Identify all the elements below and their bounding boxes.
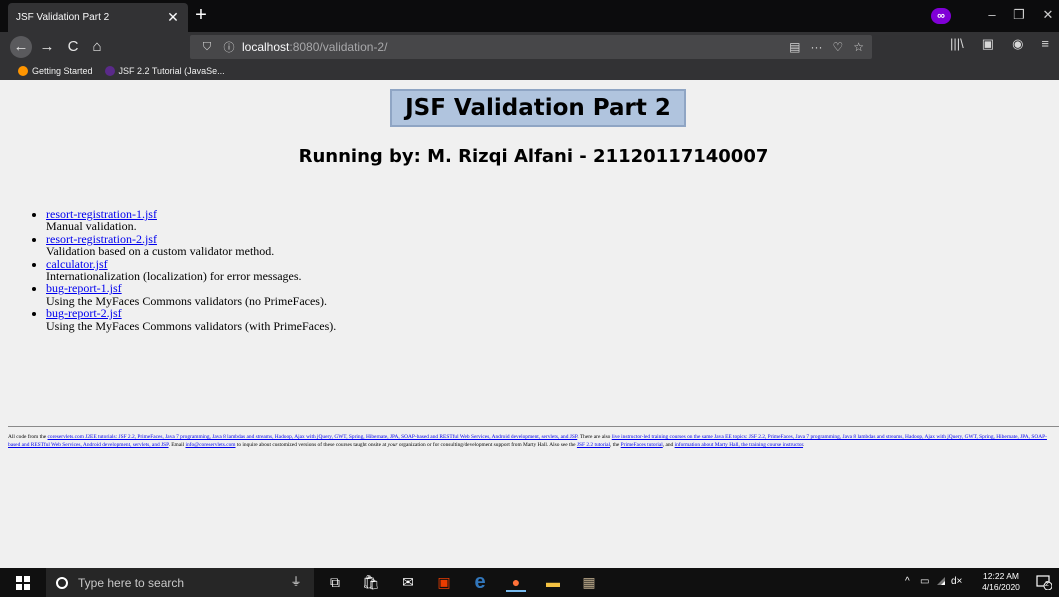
page-actions-icon[interactable]: ··· [810, 40, 822, 54]
footer-fragment: . [803, 442, 805, 448]
reload-button[interactable]: C [62, 36, 84, 58]
tray-chevron-icon[interactable]: ^ [905, 576, 910, 587]
task-view-icon[interactable]: ⧉ [325, 573, 345, 592]
footer-link-email[interactable]: info@coreservlets.com [185, 442, 235, 448]
footer-link-primefaces-tutorial[interactable]: PrimeFaces tutorial [621, 442, 663, 448]
navigation-toolbar: ← → C ⌂ ⛉ ⓘ localhost:8080/validation-2/… [0, 32, 1059, 62]
list-item: calculator.jsf Internationalization (loc… [46, 257, 336, 283]
edge-icon[interactable]: e [470, 572, 490, 592]
footer-fragment: . Email [168, 442, 186, 448]
footer-text: All code from the coreservlets.com J2EE … [8, 433, 1059, 449]
library-icon[interactable]: |||\ [950, 36, 964, 52]
new-tab-button[interactable]: + [191, 4, 211, 26]
microphone-icon[interactable]: ⏚ [286, 573, 306, 592]
footer-fragment: , the [610, 442, 621, 448]
list-item: resort-registration-2.jsf Validation bas… [46, 233, 336, 258]
file-explorer-icon[interactable]: ▬ [543, 573, 563, 592]
link-list: resort-registration-1.jsf Manual validat… [32, 208, 336, 332]
clock-date: 4/16/2020 [982, 582, 1020, 592]
clock-time: 12:22 AM [983, 571, 1019, 581]
sidebar-icon[interactable]: ▣ [982, 36, 994, 52]
minimize-button[interactable]: – [983, 7, 1001, 22]
page-title: JSF Validation Part 2 [390, 89, 686, 127]
browser-tab[interactable]: JSF Validation Part 2 ✕ [8, 3, 188, 32]
taskbar-search[interactable]: Type here to search [46, 568, 314, 597]
office-icon[interactable]: ▣ [434, 573, 454, 592]
footer-link-tutorials[interactable]: coreservlets.com J2EE tutorials: JSF 2.2… [48, 434, 578, 440]
divider [8, 426, 1059, 427]
firefox-icon[interactable]: ● [506, 573, 526, 592]
site-info-icon[interactable]: ⓘ [222, 39, 236, 55]
firefox-icon [18, 66, 28, 76]
page-icon [104, 66, 115, 76]
search-placeholder: Type here to search [78, 575, 185, 590]
home-button[interactable]: ⌂ [86, 36, 108, 58]
bookmark-getting-started[interactable]: Getting Started [18, 66, 93, 76]
footer-link-jsf-tutorial[interactable]: JSF 2.2 tutorial [577, 442, 610, 448]
browser-titlebar: JSF Validation Part 2 ✕ + ∞ – ❐ ✕ [0, 0, 1059, 32]
pocket-icon[interactable]: ♡ [832, 40, 843, 54]
url-bar[interactable]: ⛉ ⓘ localhost:8080/validation-2/ ▤ ··· ♡… [190, 35, 872, 59]
cortana-icon [56, 576, 68, 589]
app-icon[interactable]: ▦ [579, 573, 599, 592]
volume-icon[interactable]: d× [951, 576, 962, 587]
bookmark-label: JSF 2.2 Tutorial (JavaSe... [118, 66, 225, 76]
notification-count: 2 [1045, 581, 1049, 588]
footer-fragment: . There are also [577, 434, 612, 440]
tab-close-icon[interactable]: ✕ [166, 9, 180, 26]
taskbar: Type here to search ⏚ ⧉ 🛍 ✉ ▣ e ● ▬ ▦ ^ … [0, 568, 1059, 597]
url-host: localhost [242, 40, 290, 54]
list-item: bug-report-2.jsf Using the MyFaces Commo… [46, 307, 336, 332]
list-item: resort-registration-1.jsf Manual validat… [46, 208, 336, 233]
network-icon[interactable] [936, 576, 946, 589]
bookmarks-toolbar: Getting Started JSF 2.2 Tutorial (JavaSe… [0, 62, 1059, 80]
page-subtitle: Running by: M. Rizqi Alfani - 2112011714… [298, 146, 769, 167]
bookmark-star-icon[interactable]: ☆ [853, 40, 864, 54]
forward-button[interactable]: → [36, 36, 58, 58]
action-center-icon[interactable]: 2 [1036, 574, 1053, 591]
footer-fragment: organization or for consulting/developme… [397, 442, 577, 448]
page-content: JSF Validation Part 2 Running by: M. Riz… [8, 80, 1059, 568]
footer-fragment: All code from the [8, 434, 48, 440]
close-window-button[interactable]: ✕ [1039, 7, 1057, 23]
taskbar-clock[interactable]: 12:22 AM 4/16/2020 [976, 571, 1026, 593]
bookmark-jsf-tutorial[interactable]: JSF 2.2 Tutorial (JavaSe... [104, 66, 225, 76]
store-icon[interactable]: 🛍 [361, 573, 381, 592]
battery-icon[interactable]: ▭ [920, 576, 929, 587]
bookmark-label: Getting Started [32, 66, 93, 76]
url-path: :8080/validation-2/ [289, 40, 388, 54]
footer-fragment: , and [662, 442, 675, 448]
reader-view-icon[interactable]: ▤ [789, 40, 800, 54]
tab-title: JSF Validation Part 2 [16, 12, 110, 23]
link-description: Using the MyFaces Commons validators (wi… [46, 318, 337, 333]
back-button[interactable]: ← [10, 36, 32, 58]
footer-link-marty-hall[interactable]: information about Marty Hall, the traini… [675, 442, 803, 448]
shield-icon[interactable]: ⛉ [200, 41, 214, 54]
windows-start-icon[interactable] [16, 576, 30, 590]
footer-fragment: your [387, 442, 398, 448]
menu-icon[interactable]: ≡ [1041, 36, 1049, 52]
list-item: bug-report-1.jsf Using the MyFaces Commo… [46, 282, 336, 307]
private-browsing-icon: ∞ [931, 8, 951, 24]
footer-fragment: to inquire about customized versions of … [235, 442, 388, 448]
mail-icon[interactable]: ✉ [398, 573, 418, 592]
account-icon[interactable]: ◉ [1012, 36, 1023, 52]
restore-button[interactable]: ❐ [1010, 7, 1028, 23]
